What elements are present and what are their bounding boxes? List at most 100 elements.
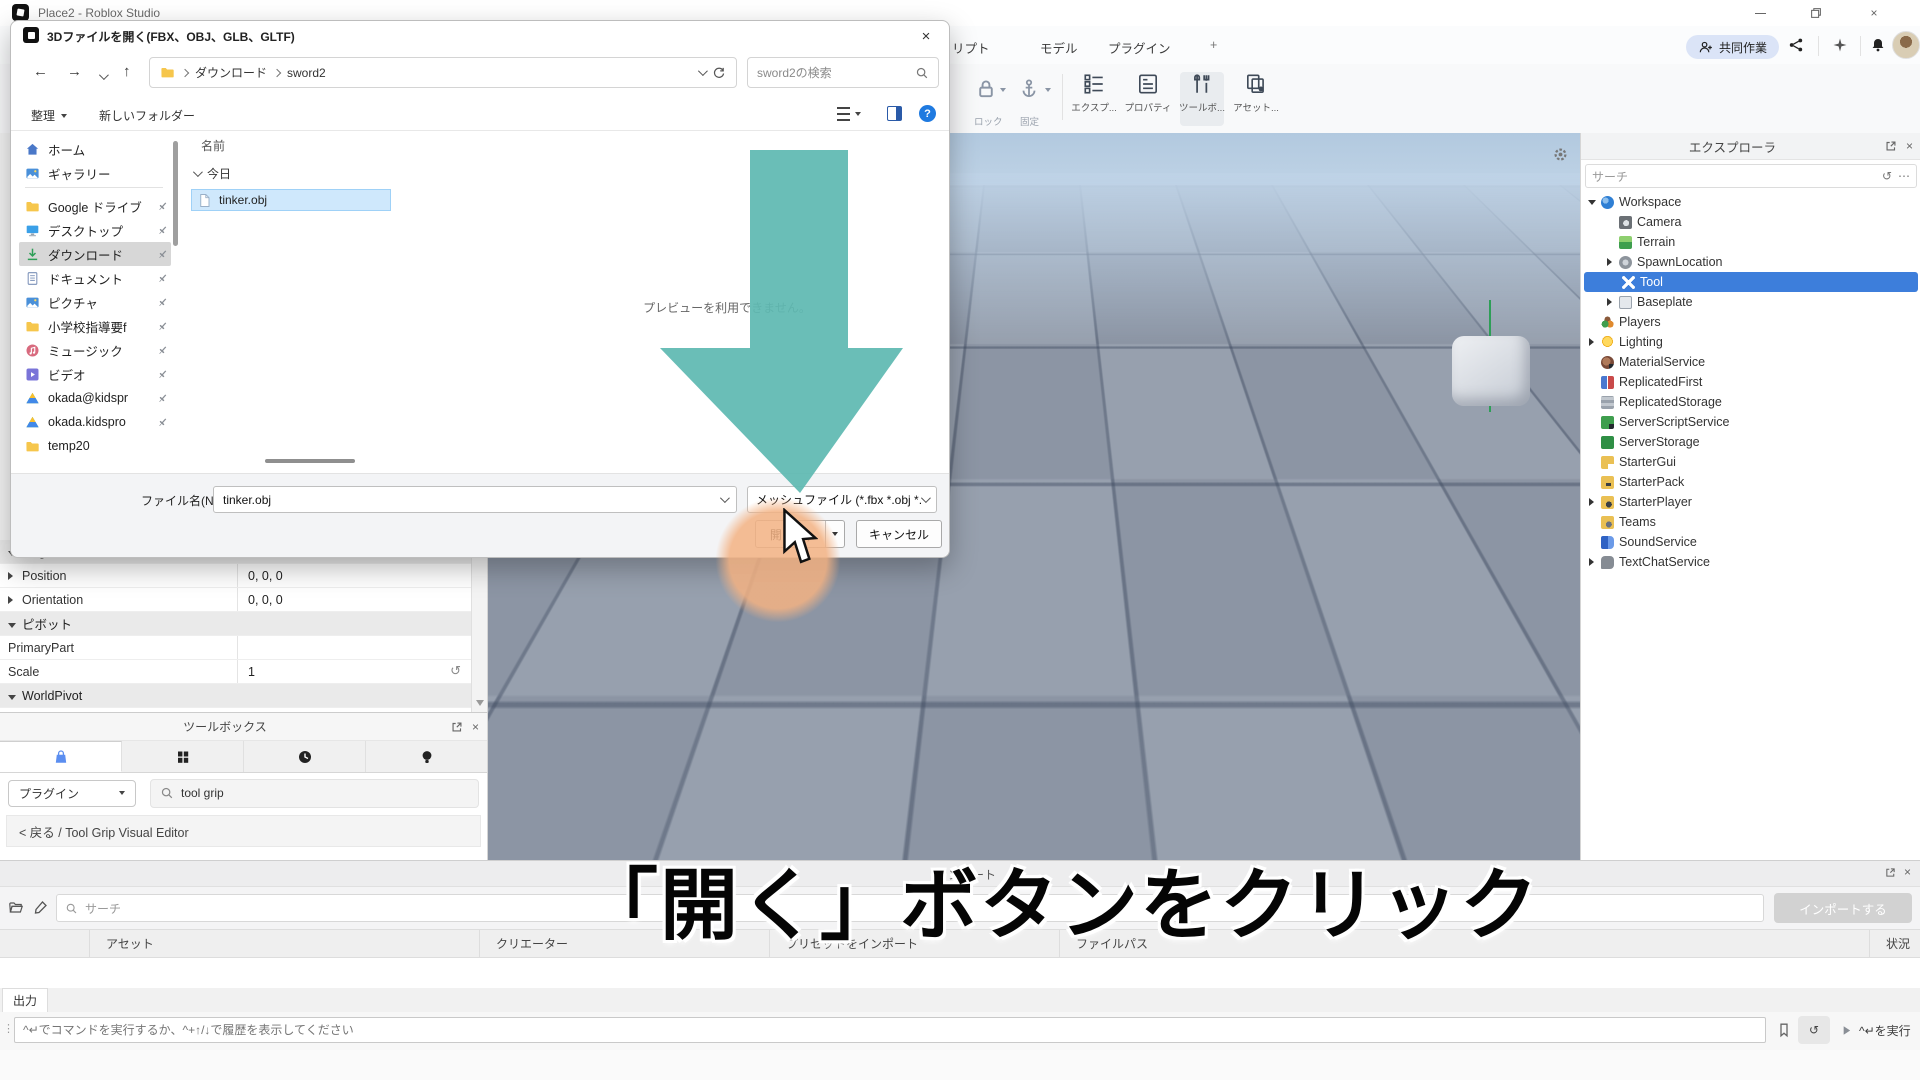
tree-item-serverstorage[interactable]: ServerStorage — [1581, 432, 1920, 452]
open-folder-icon[interactable] — [8, 900, 24, 916]
property-row-orientation[interactable]: Orientation0, 0, 0 — [0, 588, 487, 612]
lock-dropdown-caret[interactable] — [1000, 88, 1006, 92]
toolbox-search[interactable]: tool grip — [150, 779, 479, 808]
filename-input[interactable]: tinker.obj — [213, 486, 737, 513]
tree-item-replicatedfirst[interactable]: ReplicatedFirst — [1581, 372, 1920, 392]
tree-item-players[interactable]: Players — [1581, 312, 1920, 332]
restore-button[interactable] — [1794, 0, 1838, 26]
command-input[interactable] — [14, 1017, 1766, 1043]
brush-icon[interactable] — [32, 900, 48, 916]
tree-item-starterpack[interactable]: StarterPack — [1581, 472, 1920, 492]
user-avatar[interactable] — [1892, 31, 1920, 59]
dialog-search-box[interactable]: sword2の検索 — [747, 57, 939, 88]
lock-icon[interactable] — [975, 78, 997, 100]
anchor-icon[interactable] — [1018, 78, 1040, 100]
bookmark-icon[interactable] — [1776, 1022, 1792, 1038]
category-dropdown[interactable]: プラグイン — [8, 780, 136, 807]
recent-locations-chevron-icon[interactable] — [99, 67, 106, 84]
refresh-icon[interactable] — [712, 66, 726, 80]
tree-item-workspace[interactable]: Workspace — [1581, 192, 1920, 212]
breadcrumb-downloads[interactable]: ダウンロード — [195, 64, 267, 81]
position-value[interactable]: 0, 0, 0 — [237, 564, 487, 587]
tree-item-serverscriptservice[interactable]: ServerScriptService — [1581, 412, 1920, 432]
menu-item-model[interactable]: モデル — [1040, 38, 1078, 57]
view-mode-button[interactable] — [837, 107, 861, 121]
tree-item-camera[interactable]: Camera — [1581, 212, 1920, 232]
close-button[interactable]: × — [1852, 0, 1896, 26]
minimize-button[interactable] — [1738, 0, 1782, 26]
orientation-value[interactable]: 0, 0, 0 — [237, 588, 487, 611]
tree-item-starterplayer[interactable]: StarterPlayer — [1581, 492, 1920, 512]
sidebar-item-desktop[interactable]: デスクトップ — [19, 218, 171, 242]
popout-icon[interactable] — [1884, 866, 1897, 879]
menu-item-add-tab[interactable]: + — [1210, 38, 1217, 52]
cancel-button[interactable]: キャンセル — [856, 520, 942, 548]
run-command-button[interactable]: ^↵を実行 — [1840, 1016, 1911, 1044]
tree-item-tool[interactable]: Tool — [1584, 272, 1918, 292]
property-row-primarypart[interactable]: PrimaryPart — [0, 636, 487, 660]
tab-inventory[interactable] — [122, 741, 244, 772]
sidebar-item-documents[interactable]: ドキュメント — [19, 266, 171, 290]
tree-item-textchatservice[interactable]: TextChatService — [1581, 552, 1920, 572]
sidebar-item-gallery[interactable]: ギャラリー — [19, 161, 171, 185]
tab-creations[interactable] — [366, 741, 487, 772]
tab-recent[interactable] — [244, 741, 366, 772]
popout-icon[interactable] — [1884, 139, 1898, 153]
output-tab[interactable]: 出力 — [2, 988, 48, 1013]
more-options-icon[interactable]: ⋯ — [1898, 169, 1910, 183]
back-icon[interactable]: ← — [33, 63, 48, 80]
tree-item-lighting[interactable]: Lighting — [1581, 332, 1920, 352]
toolbox-breadcrumb[interactable]: < 戻る / Tool Grip Visual Editor — [6, 815, 481, 847]
file-row-tinker-obj[interactable]: tinker.obj — [191, 189, 391, 211]
tree-item-terrain[interactable]: Terrain — [1581, 232, 1920, 252]
column-asset[interactable]: アセット — [90, 930, 480, 957]
explorer-search[interactable]: サーチ ↺ ⋯ — [1585, 164, 1917, 188]
anchor-dropdown-caret[interactable] — [1045, 88, 1051, 92]
tree-item-soundservice[interactable]: SoundService — [1581, 532, 1920, 552]
help-icon[interactable]: ? — [919, 105, 936, 122]
floating-part[interactable] — [1452, 336, 1530, 406]
menu-item-plugins[interactable]: プラグイン — [1108, 38, 1171, 57]
organize-button[interactable]: 整理 — [31, 107, 67, 124]
file-group-today[interactable]: 今日 — [193, 165, 231, 182]
property-section-worldpivot[interactable]: WorldPivot — [0, 684, 487, 708]
sidebar-item-pictures[interactable]: ピクチャ — [19, 290, 171, 314]
close-panel-icon[interactable]: × — [1904, 865, 1911, 879]
sidebar-item-school-folder[interactable]: 小学校指導要f — [19, 314, 171, 338]
address-dropdown-chevron-icon[interactable] — [698, 66, 708, 76]
forward-icon[interactable]: → — [67, 63, 82, 80]
sidebar-item-music[interactable]: ミュージック — [19, 338, 171, 362]
viewport-settings-gear-icon[interactable] — [1552, 146, 1569, 163]
sidebar-item-temp20[interactable]: temp20 — [19, 434, 171, 458]
tree-item-startergui[interactable]: StarterGui — [1581, 452, 1920, 472]
breadcrumb-sword2[interactable]: sword2 — [287, 66, 326, 80]
explorer-toggle-button[interactable]: エクスプ... — [1072, 72, 1116, 126]
notifications-bell-icon[interactable] — [1870, 37, 1886, 53]
properties-scrollbar[interactable] — [471, 540, 487, 712]
tree-item-baseplate[interactable]: Baseplate — [1581, 292, 1920, 312]
sidebar-scrollbar[interactable] — [173, 139, 179, 459]
assistant-sparkle-icon[interactable] — [1832, 37, 1848, 53]
tab-marketplace[interactable] — [0, 741, 122, 772]
preview-pane-toggle[interactable] — [887, 106, 902, 124]
properties-toggle-button[interactable]: プロパティ — [1126, 72, 1170, 126]
history-icon[interactable]: ↺ — [1882, 169, 1892, 183]
tree-item-materialservice[interactable]: MaterialService — [1581, 352, 1920, 372]
share-icon[interactable] — [1788, 37, 1804, 53]
asset-manager-button[interactable]: アセット... — [1234, 72, 1278, 126]
collaborate-button[interactable]: 共同作業 — [1686, 35, 1779, 59]
property-section-pivot[interactable]: ピボット — [0, 612, 487, 636]
popout-icon[interactable] — [450, 720, 464, 734]
primarypart-value[interactable] — [237, 636, 487, 659]
sidebar-item-okada-kidspr[interactable]: okada@kidspr — [19, 386, 171, 410]
address-bar[interactable]: ダウンロード sword2 — [149, 57, 737, 88]
new-folder-button[interactable]: 新しいフォルダー — [99, 107, 195, 124]
tree-item-spawnlocation[interactable]: SpawnLocation — [1581, 252, 1920, 272]
sidebar-item-okada-kidspro[interactable]: okada.kidspro — [19, 410, 171, 434]
reset-icon[interactable]: ↺ — [450, 663, 461, 679]
sidebar-item-videos[interactable]: ビデオ — [19, 362, 171, 386]
property-row-scale[interactable]: Scale1↺ — [0, 660, 487, 684]
tree-item-teams[interactable]: Teams — [1581, 512, 1920, 532]
sidebar-item-downloads[interactable]: ダウンロード — [19, 242, 171, 266]
close-panel-icon[interactable]: × — [472, 720, 479, 734]
